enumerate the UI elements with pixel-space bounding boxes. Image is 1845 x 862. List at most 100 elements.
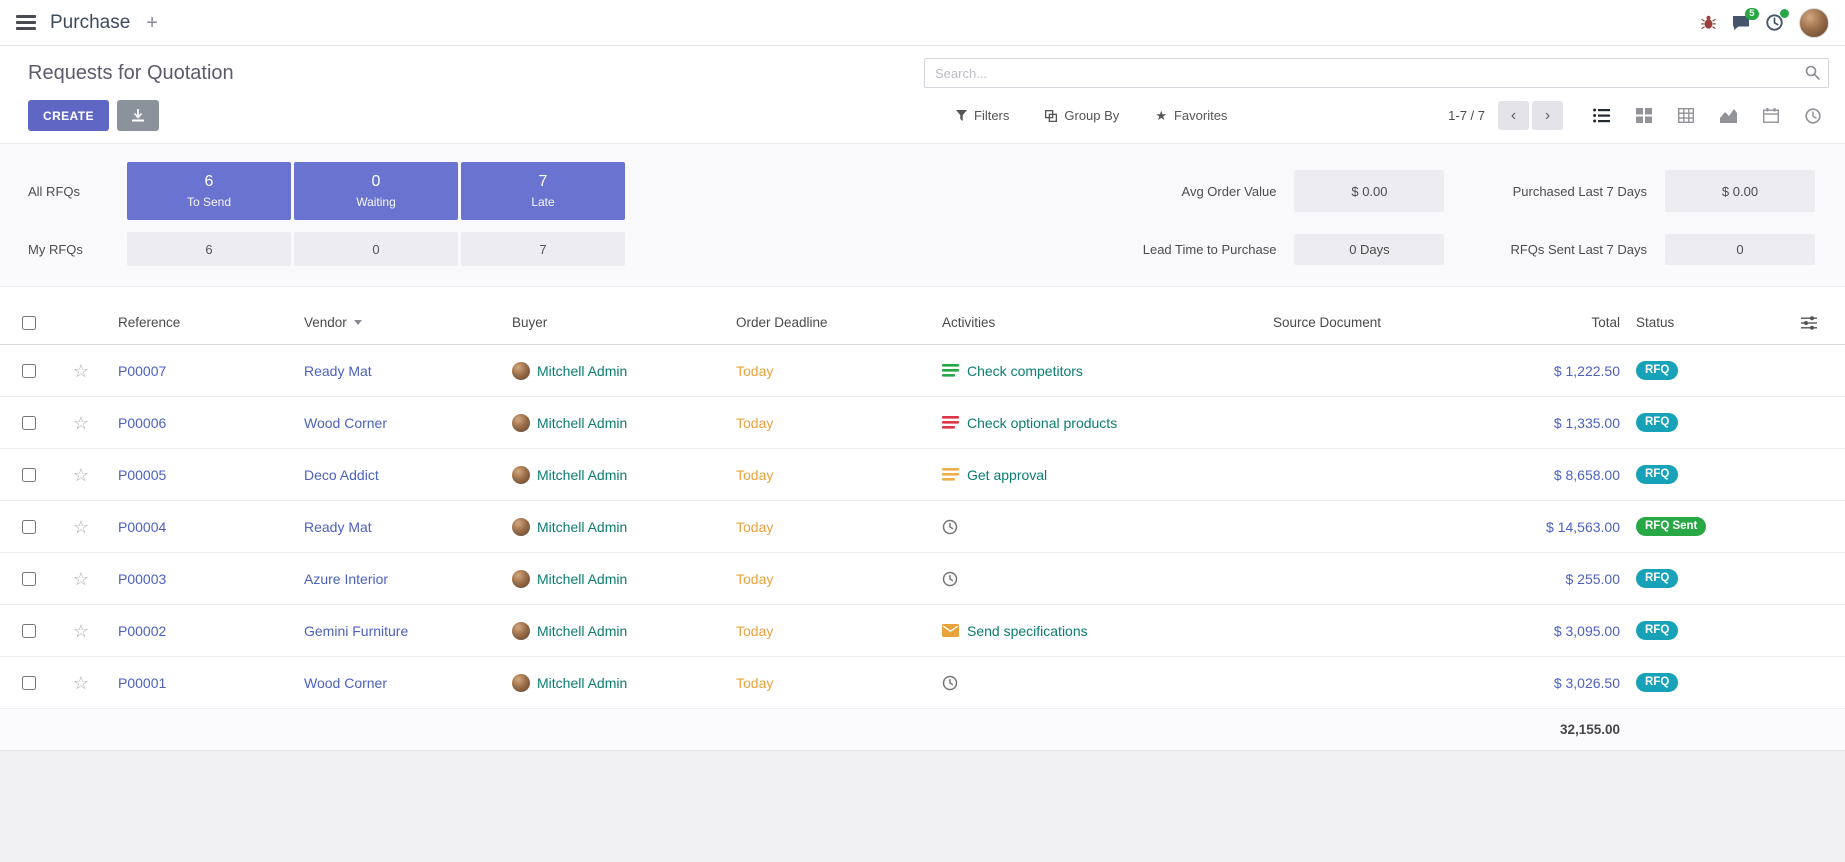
activity-cell[interactable] (942, 675, 966, 691)
table-row[interactable]: ☆ P00003 Azure Interior Mitchell Admin T… (0, 553, 1845, 605)
reference-link[interactable]: P00001 (104, 675, 296, 691)
table-row[interactable]: ☆ P00007 Ready Mat Mitchell Admin Today … (0, 345, 1845, 397)
activity-cell[interactable]: Check optional products (942, 415, 1117, 431)
order-deadline-cell: Today (728, 415, 934, 431)
calendar-view-icon[interactable] (1763, 108, 1779, 123)
purchase-dashboard: All RFQs 6 To Send 0 Waiting 7 Late My R… (0, 143, 1845, 287)
table-row[interactable]: ☆ P00005 Deco Addict Mitchell Admin Toda… (0, 449, 1845, 501)
todo-activity-icon (942, 468, 959, 481)
search-input[interactable] (924, 58, 1829, 88)
row-checkbox[interactable] (22, 572, 36, 586)
row-checkbox[interactable] (22, 520, 36, 534)
control-panel: Requests for Quotation CREATE Filters Gr… (0, 46, 1845, 143)
todo-activity-icon (942, 416, 959, 429)
reference-link[interactable]: P00003 (104, 571, 296, 587)
vendor-cell[interactable]: Gemini Furniture (296, 623, 504, 639)
status-cell: RFQ Sent (1628, 517, 1778, 537)
column-header-reference[interactable]: Reference (104, 315, 296, 330)
order-deadline-cell: Today (728, 675, 934, 691)
kpi-late-value: 7 (539, 173, 548, 191)
activity-cell[interactable] (942, 571, 966, 587)
vendor-cell[interactable]: Wood Corner (296, 415, 504, 431)
table-row[interactable]: ☆ P00006 Wood Corner Mitchell Admin Toda… (0, 397, 1845, 449)
filters-menu[interactable]: Filters (956, 108, 1009, 123)
debug-bug-icon[interactable] (1701, 15, 1716, 30)
optional-columns-icon[interactable] (1778, 316, 1845, 330)
vendor-cell[interactable]: Deco Addict (296, 467, 504, 483)
my-kpi-waiting[interactable]: 0 (294, 232, 458, 266)
activity-label: Check optional products (967, 415, 1117, 431)
clock-activity-icon (942, 519, 958, 535)
row-checkbox[interactable] (22, 676, 36, 690)
kpi-late[interactable]: 7 Late (461, 162, 625, 220)
row-checkbox[interactable] (22, 364, 36, 378)
list-view-icon[interactable] (1593, 108, 1610, 123)
vendor-cell[interactable]: Wood Corner (296, 675, 504, 691)
pivot-view-icon[interactable] (1678, 108, 1694, 123)
messages-icon[interactable]: 5 (1732, 15, 1750, 31)
reference-link[interactable]: P00005 (104, 467, 296, 483)
activity-cell[interactable]: Check competitors (942, 363, 1083, 379)
column-header-source-document[interactable]: Source Document (1265, 315, 1438, 330)
lead-time-value: 0 Days (1294, 234, 1444, 265)
star-icon[interactable]: ☆ (73, 674, 89, 692)
column-header-order-deadline[interactable]: Order Deadline (728, 315, 934, 330)
kpi-waiting-label: Waiting (356, 195, 396, 209)
star-icon[interactable]: ☆ (73, 518, 89, 536)
activities-clock-icon[interactable] (1766, 14, 1783, 31)
star-icon[interactable]: ☆ (73, 362, 89, 380)
row-checkbox[interactable] (22, 624, 36, 638)
status-cell: RFQ (1628, 673, 1778, 693)
select-all-checkbox[interactable] (22, 316, 36, 330)
group-by-label: Group By (1064, 108, 1119, 123)
vendor-cell[interactable]: Ready Mat (296, 519, 504, 535)
reference-link[interactable]: P00002 (104, 623, 296, 639)
activity-label: Check competitors (967, 363, 1083, 379)
activity-view-icon[interactable] (1805, 108, 1821, 124)
clock-activity-icon (942, 571, 958, 587)
column-header-total[interactable]: Total (1438, 315, 1628, 330)
vendor-cell[interactable]: Azure Interior (296, 571, 504, 587)
plus-icon[interactable]: + (146, 13, 158, 33)
export-button[interactable] (117, 100, 159, 131)
star-icon[interactable]: ☆ (73, 570, 89, 588)
status-badge: RFQ Sent (1636, 517, 1706, 537)
column-header-vendor[interactable]: Vendor (296, 315, 504, 330)
star-icon[interactable]: ☆ (73, 622, 89, 640)
activity-cell[interactable]: Send specifications (942, 623, 1088, 639)
pager-next-button[interactable]: › (1532, 101, 1563, 130)
reference-link[interactable]: P00007 (104, 363, 296, 379)
user-avatar[interactable] (1799, 8, 1829, 38)
star-icon[interactable]: ☆ (73, 414, 89, 432)
apps-menu-icon[interactable] (16, 15, 36, 30)
app-name[interactable]: Purchase (50, 12, 130, 34)
reference-link[interactable]: P00004 (104, 519, 296, 535)
favorites-menu[interactable]: ★ Favorites (1155, 108, 1227, 123)
create-button[interactable]: CREATE (28, 100, 109, 131)
kpi-to-send[interactable]: 6 To Send (127, 162, 291, 220)
graph-view-icon[interactable] (1720, 108, 1737, 123)
column-header-activities[interactable]: Activities (934, 315, 1265, 330)
kpi-waiting[interactable]: 0 Waiting (294, 162, 458, 220)
kanban-view-icon[interactable] (1636, 108, 1652, 123)
buyer-avatar (512, 414, 530, 432)
pager-previous-button[interactable]: ‹ (1498, 101, 1529, 130)
column-header-status[interactable]: Status (1628, 315, 1778, 330)
star-icon[interactable]: ☆ (73, 466, 89, 484)
buyer-name: Mitchell Admin (537, 623, 627, 639)
row-checkbox[interactable] (22, 416, 36, 430)
reference-link[interactable]: P00006 (104, 415, 296, 431)
my-kpi-to-send[interactable]: 6 (127, 232, 291, 266)
group-by-menu[interactable]: Group By (1045, 108, 1119, 123)
column-header-buyer[interactable]: Buyer (504, 315, 728, 330)
activity-cell[interactable] (942, 519, 966, 535)
table-row[interactable]: ☆ P00001 Wood Corner Mitchell Admin Toda… (0, 657, 1845, 709)
row-checkbox[interactable] (22, 468, 36, 482)
table-row[interactable]: ☆ P00004 Ready Mat Mitchell Admin Today … (0, 501, 1845, 553)
table-row[interactable]: ☆ P00002 Gemini Furniture Mitchell Admin… (0, 605, 1845, 657)
activity-cell[interactable]: Get approval (942, 467, 1047, 483)
buyer-cell: Mitchell Admin (504, 570, 728, 588)
my-kpi-late[interactable]: 7 (461, 232, 625, 266)
vendor-cell[interactable]: Ready Mat (296, 363, 504, 379)
order-deadline-cell: Today (728, 571, 934, 587)
